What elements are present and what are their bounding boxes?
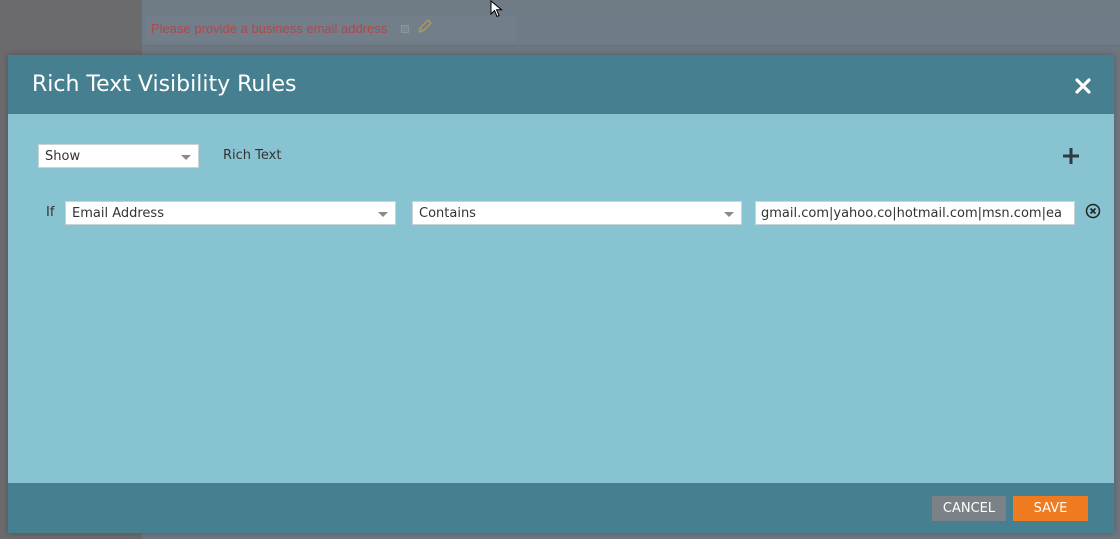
dialog-footer: CANCEL SAVE <box>8 483 1114 533</box>
caret-down-icon <box>724 212 734 217</box>
rule-field-value: Email Address <box>72 206 164 221</box>
background-error-text: Please provide a business email address <box>151 21 388 36</box>
background-topbar <box>142 0 1120 8</box>
dialog-title: Rich Text Visibility Rules <box>32 72 297 97</box>
rule-operator-select[interactable]: Contains <box>412 201 742 225</box>
cancel-button[interactable]: CANCEL <box>932 496 1006 521</box>
close-icon[interactable] <box>1074 77 1092 95</box>
plus-icon[interactable] <box>1061 146 1081 166</box>
dialog-header: Rich Text Visibility Rules <box>8 55 1114 114</box>
pencil-icon <box>418 19 432 33</box>
remove-circle-icon[interactable] <box>1085 203 1101 219</box>
action-select[interactable]: Show <box>38 144 199 168</box>
save-button[interactable]: SAVE <box>1013 496 1088 521</box>
dialog-body: Show Rich Text If Email Address Contains… <box>8 114 1114 483</box>
rule-value-text: gmail.com|yahoo.co|hotmail.com|msn.com|e… <box>761 206 1062 221</box>
visibility-rules-dialog: Rich Text Visibility Rules Show Rich Tex… <box>8 55 1114 533</box>
caret-down-icon <box>181 155 191 160</box>
caret-down-icon <box>378 212 388 217</box>
rule-field-select[interactable]: Email Address <box>65 201 396 225</box>
target-label: Rich Text <box>223 148 282 163</box>
if-label: If <box>46 205 55 220</box>
background-checkbox <box>401 25 409 33</box>
rule-operator-value: Contains <box>419 206 476 221</box>
cursor-icon <box>490 0 503 18</box>
action-select-value: Show <box>45 149 81 164</box>
rule-value-input[interactable]: gmail.com|yahoo.co|hotmail.com|msn.com|e… <box>755 201 1075 225</box>
